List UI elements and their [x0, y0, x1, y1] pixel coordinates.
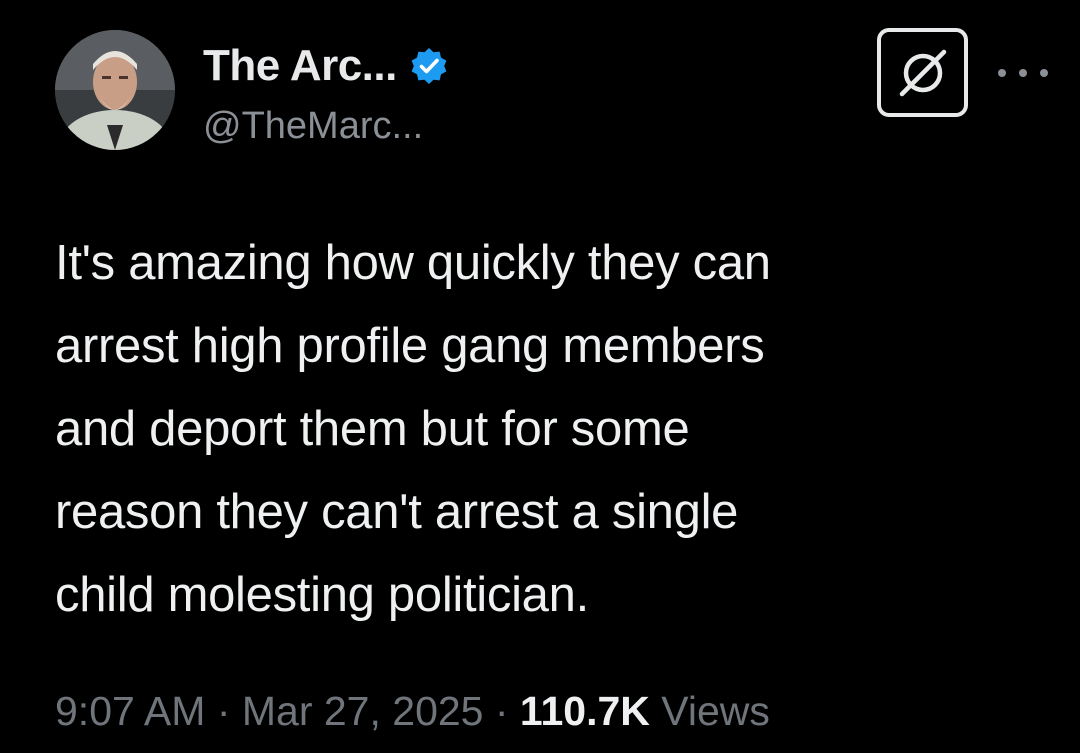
tweet-time[interactable]: 9:07 AM	[55, 688, 205, 734]
views-count[interactable]: 110.7K	[520, 688, 650, 734]
meta-separator: ·	[483, 688, 520, 734]
meta-separator: ·	[205, 688, 242, 734]
tweet-metadata: 9:07 AM · Mar 27, 2025 · 110.7K Views	[55, 688, 770, 735]
author-display-name[interactable]: The Arc...	[203, 41, 397, 91]
grok-icon	[899, 49, 946, 96]
more-options-icon	[998, 69, 1006, 77]
grok-button[interactable]	[877, 28, 968, 117]
author-name-row[interactable]: The Arc...	[203, 38, 449, 94]
tweet-date[interactable]: Mar 27, 2025	[242, 688, 484, 734]
author-handle[interactable]: @TheMarc...	[203, 105, 423, 148]
avatar-image	[55, 30, 175, 150]
views-label: Views	[649, 688, 770, 734]
more-options-button[interactable]	[998, 58, 1048, 88]
more-options-icon	[1040, 69, 1048, 77]
tweet-text: It's amazing how quickly they can arrest…	[55, 236, 771, 622]
verified-badge-icon	[411, 48, 447, 84]
author-avatar[interactable]	[55, 30, 175, 150]
more-options-icon	[1019, 69, 1027, 77]
